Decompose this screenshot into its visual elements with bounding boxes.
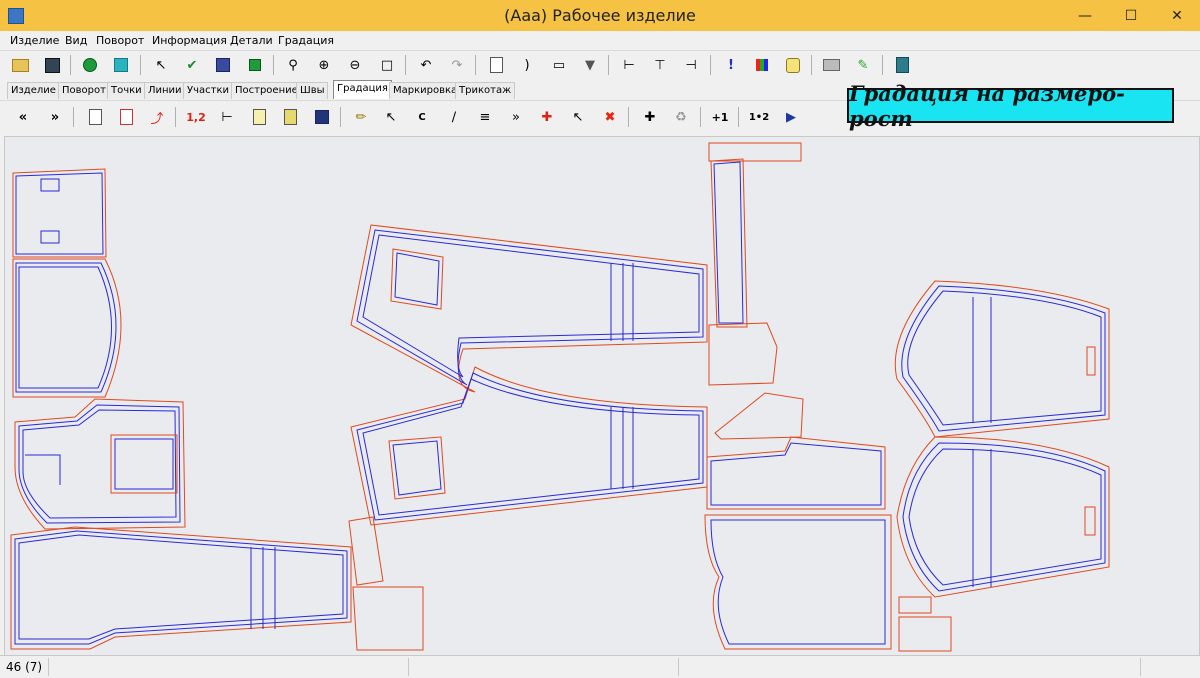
main-toolbar: ↖ ✔ ⚲ ⊕ ⊖ □ ↶ ↷ ) ▭ ▼ ⊢ ⊤ ⊣ ! ✎ <box>0 50 1200 79</box>
notes-icon[interactable] <box>279 106 301 128</box>
line-icon[interactable]: ∕ <box>443 106 465 128</box>
delete-icon[interactable]: ✖ <box>599 106 621 128</box>
menu-item-detali[interactable]: Детали <box>230 34 273 47</box>
tab-postroenie[interactable]: Построение <box>231 82 302 99</box>
step-1-2-button[interactable]: 1,2 <box>184 106 208 128</box>
arc-icon[interactable]: ) <box>516 54 538 76</box>
double-chevron-icon[interactable]: » <box>505 106 527 128</box>
point-add-icon[interactable]: ✚ <box>536 106 558 128</box>
tab-povorot[interactable]: Поворот <box>58 82 110 99</box>
pencil-icon[interactable]: ✏ <box>350 106 372 128</box>
next-icon[interactable]: » <box>44 106 66 128</box>
zoom-fit-icon[interactable]: □ <box>376 54 398 76</box>
shape-icon[interactable]: ▭ <box>548 54 570 76</box>
menu-item-povorot[interactable]: Поворот <box>96 34 144 47</box>
tab-tochki[interactable]: Точки <box>107 82 146 99</box>
pen-icon[interactable]: ✎ <box>852 54 874 76</box>
status-count: 46 (7) <box>6 660 43 674</box>
menu-item-vid[interactable]: Вид <box>65 34 87 47</box>
recycle-icon[interactable]: ♻ <box>670 106 692 128</box>
page-red-icon[interactable] <box>115 106 137 128</box>
pattern-piece-sleeve[interactable] <box>10 526 352 650</box>
pattern-piece-trouser-top[interactable] <box>350 224 708 393</box>
redo-icon[interactable]: ↷ <box>446 54 468 76</box>
exit-icon[interactable] <box>891 54 913 76</box>
layers-icon[interactable] <box>110 54 132 76</box>
pattern-piece-front-left[interactable] <box>14 398 186 530</box>
grade-table-icon[interactable]: ⊢ <box>216 106 238 128</box>
save-icon[interactable] <box>41 54 63 76</box>
menu-item-izdelie[interactable]: Изделие <box>10 34 59 47</box>
cylinder-icon[interactable] <box>782 54 804 76</box>
prev-icon[interactable]: « <box>12 106 34 128</box>
tab-shvy[interactable]: Швы <box>296 82 329 99</box>
pattern-piece-trouser-bottom[interactable] <box>350 366 708 526</box>
note-icon[interactable] <box>248 106 270 128</box>
pointer-icon[interactable]: ↖ <box>150 54 172 76</box>
minimize-icon[interactable]: — <box>1062 0 1108 31</box>
open-folder-icon[interactable] <box>9 54 31 76</box>
caption-banner: Градация на размеро-рост <box>847 81 1174 131</box>
status-bar: 46 (7) <box>0 655 1200 678</box>
measure-icon[interactable]: ⊢ <box>618 54 640 76</box>
select-point-icon[interactable]: ↖ <box>380 106 402 128</box>
device-icon[interactable] <box>311 106 333 128</box>
c-button[interactable]: C <box>411 106 433 128</box>
tab-trikotazh[interactable]: Трикотаж <box>455 82 516 99</box>
page-copy-icon[interactable] <box>84 106 106 128</box>
play-icon[interactable]: ▶ <box>780 106 802 128</box>
pattern-canvas[interactable] <box>4 136 1200 657</box>
one-two-button[interactable]: 1•2 <box>746 106 772 128</box>
pattern-drawing[interactable] <box>5 137 1199 656</box>
pattern-piece-back-yoke[interactable] <box>12 258 122 398</box>
undo-icon[interactable]: ↶ <box>415 54 437 76</box>
menu-bar: Изделие Вид Поворот Информация Детали Гр… <box>0 31 1200 50</box>
page-arrow-icon[interactable]: ⤴ <box>146 106 168 128</box>
exclamation-icon[interactable]: ! <box>720 54 742 76</box>
close-icon[interactable]: ✕ <box>1154 0 1200 31</box>
page-icon[interactable] <box>485 54 507 76</box>
color-grid-icon[interactable] <box>751 54 773 76</box>
tab-izdelie[interactable]: Изделие <box>7 82 60 99</box>
tab-markirovka[interactable]: Маркировка <box>389 82 462 99</box>
tab-uchastki[interactable]: Участки <box>183 82 233 99</box>
tab-linii[interactable]: Линии <box>144 82 186 99</box>
dropdown-icon[interactable]: ▼ <box>579 54 601 76</box>
maximize-icon[interactable]: ☐ <box>1108 0 1154 31</box>
green-squares-icon[interactable] <box>244 54 266 76</box>
plus-one-button[interactable]: +1 <box>708 106 732 128</box>
pattern-piece-pocket[interactable] <box>12 168 107 258</box>
pattern-piece-shirt-front[interactable] <box>894 280 1110 438</box>
menu-item-informatsiya[interactable]: Информация <box>152 34 227 47</box>
measure-2-icon[interactable]: ⊤ <box>649 54 671 76</box>
grade-lines-icon[interactable]: ≡ <box>474 106 496 128</box>
pattern-piece-waistband[interactable] <box>708 142 804 440</box>
zoom-in-icon[interactable]: ⊕ <box>313 54 335 76</box>
blue-square-icon[interactable] <box>212 54 234 76</box>
window-title: (Ааа) Рабочее изделие <box>504 6 696 25</box>
measure-3-icon[interactable]: ⊣ <box>680 54 702 76</box>
select-x-icon[interactable]: ↖ <box>567 106 589 128</box>
tab-gradatsiya[interactable]: Градация <box>333 80 392 99</box>
zoom-icon[interactable]: ⚲ <box>282 54 304 76</box>
pattern-piece-pocket-bag[interactable] <box>704 436 892 650</box>
menu-item-gradatsiya[interactable]: Градация <box>278 34 334 47</box>
zoom-out-icon[interactable]: ⊖ <box>344 54 366 76</box>
cross-icon[interactable]: ✚ <box>639 106 661 128</box>
checkmark-icon[interactable]: ✔ <box>181 54 203 76</box>
title-bar: (Ааа) Рабочее изделие — ☐ ✕ <box>0 0 1200 31</box>
green-circle-icon[interactable] <box>79 54 101 76</box>
print-icon[interactable] <box>820 54 842 76</box>
pattern-piece-shirt-back[interactable] <box>896 436 1110 598</box>
